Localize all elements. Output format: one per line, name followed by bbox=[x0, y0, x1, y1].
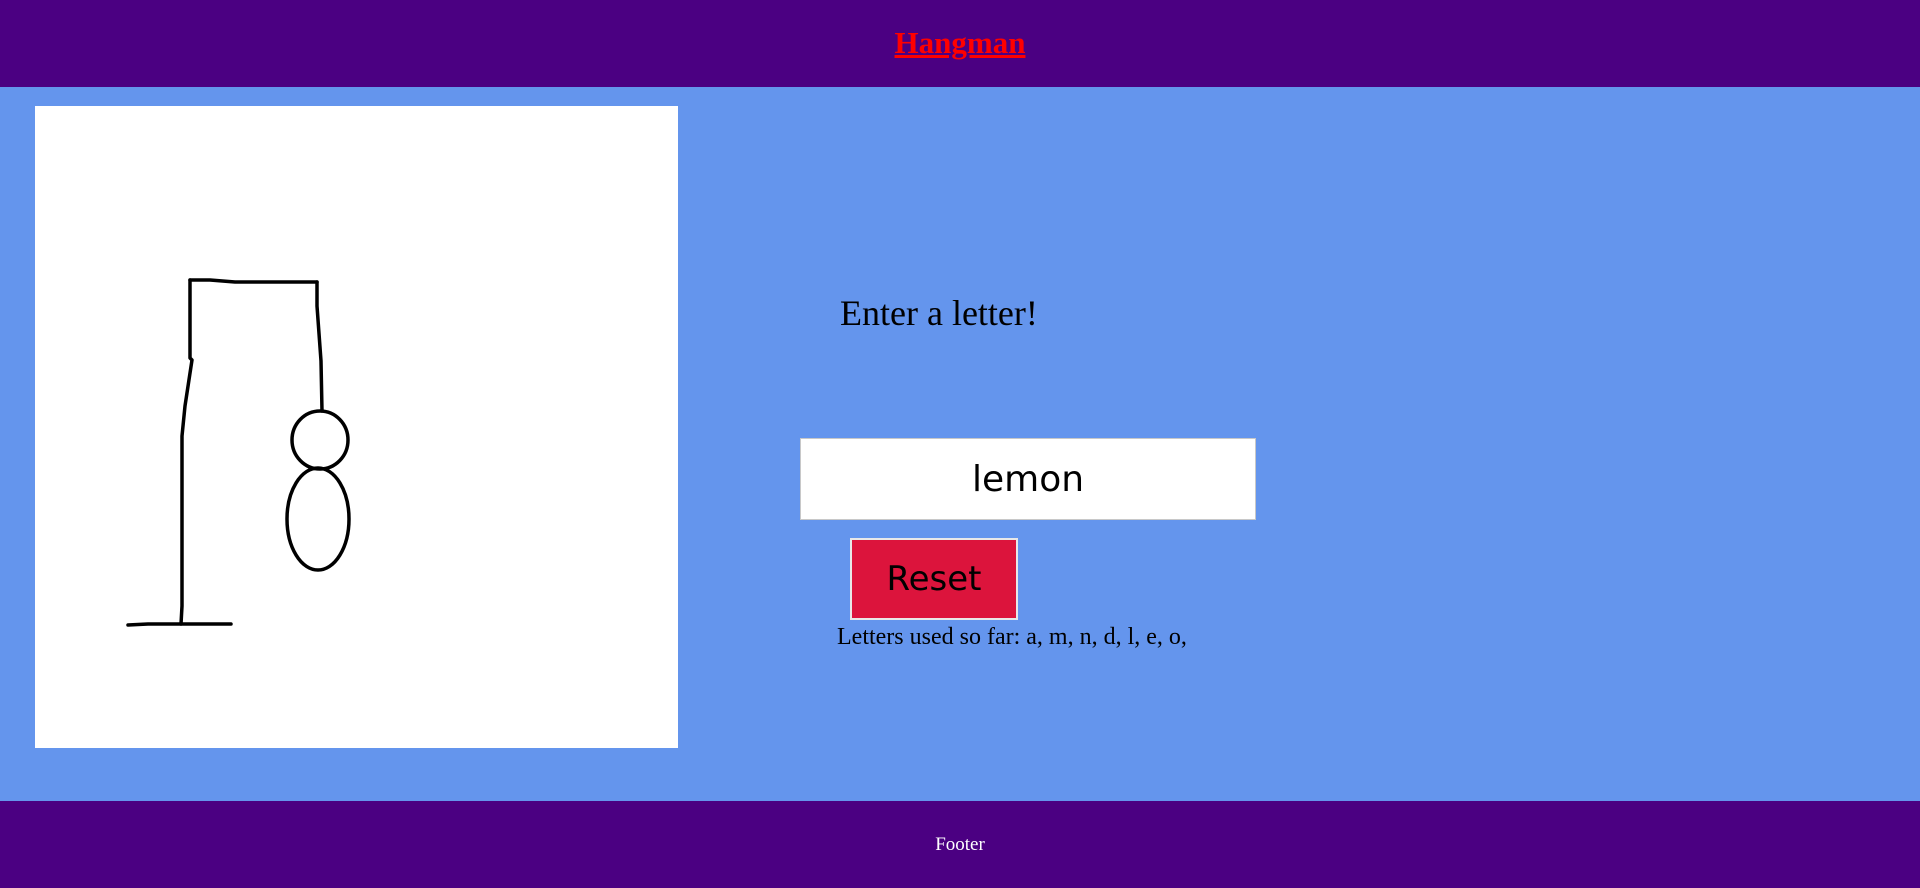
gallows-beam bbox=[188, 278, 319, 284]
hangman-canvas bbox=[35, 106, 678, 748]
hangman-body bbox=[285, 466, 351, 572]
hangman-drawing-icon bbox=[126, 278, 351, 627]
header-bar: Hangman bbox=[0, 0, 1920, 87]
gallows-pole bbox=[179, 278, 194, 626]
footer-bar: Footer bbox=[0, 801, 1920, 888]
letter-input[interactable] bbox=[800, 438, 1256, 520]
hangman-head bbox=[290, 409, 350, 471]
reset-button[interactable]: Reset bbox=[850, 538, 1018, 620]
page-title-link[interactable]: Hangman bbox=[895, 25, 1026, 61]
letters-used-text: Letters used so far: a, m, n, d, l, e, o… bbox=[837, 624, 1187, 650]
gallows-rope bbox=[315, 280, 324, 413]
prompt-text: Enter a letter! bbox=[840, 293, 1038, 333]
footer-text: Footer bbox=[935, 834, 985, 855]
